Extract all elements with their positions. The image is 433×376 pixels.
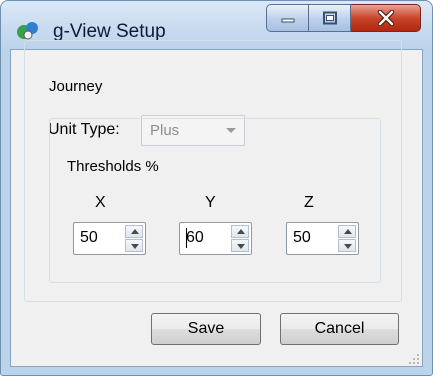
arrow-down-icon: [131, 244, 139, 249]
minimize-button[interactable]: [266, 4, 309, 32]
y-spin-buttons: [231, 225, 249, 252]
y-threshold-stepper[interactable]: 60: [179, 222, 252, 255]
cancel-button[interactable]: Cancel: [280, 313, 399, 345]
close-button[interactable]: [351, 4, 421, 32]
thresholds-group-label: Thresholds %: [63, 158, 163, 175]
x-threshold-value: 50: [80, 229, 98, 246]
y-decrement-button[interactable]: [231, 239, 249, 252]
arrow-up-icon: [344, 229, 352, 234]
minimize-icon: [281, 18, 294, 23]
z-increment-button[interactable]: [338, 225, 356, 238]
z-decrement-button[interactable]: [338, 239, 356, 252]
y-increment-button[interactable]: [231, 225, 249, 238]
arrow-up-icon: [131, 229, 139, 234]
close-icon: [377, 10, 394, 26]
maximize-icon: [322, 11, 337, 25]
x-spin-buttons: [125, 225, 143, 252]
y-label: Y: [205, 194, 216, 211]
y-threshold-value: 60: [186, 229, 204, 246]
arrow-up-icon: [237, 229, 245, 234]
arrow-down-icon: [344, 244, 352, 249]
journey-group-label: Journey: [45, 78, 107, 95]
x-label: X: [95, 194, 106, 211]
z-label: Z: [304, 194, 314, 211]
save-button[interactable]: Save: [151, 313, 261, 345]
maximize-button[interactable]: [309, 4, 351, 32]
x-decrement-button[interactable]: [125, 239, 143, 252]
arrow-down-icon: [237, 244, 245, 249]
setup-window: g-View Setup Journey Unit Type: Plus Thr…: [0, 0, 433, 376]
z-spin-buttons: [338, 225, 356, 252]
resize-grip-icon[interactable]: [408, 353, 420, 365]
z-threshold-value: 50: [293, 229, 311, 246]
z-threshold-stepper[interactable]: 50: [286, 222, 359, 255]
x-threshold-stepper[interactable]: 50: [73, 222, 146, 255]
x-increment-button[interactable]: [125, 225, 143, 238]
app-icon: [17, 22, 38, 40]
